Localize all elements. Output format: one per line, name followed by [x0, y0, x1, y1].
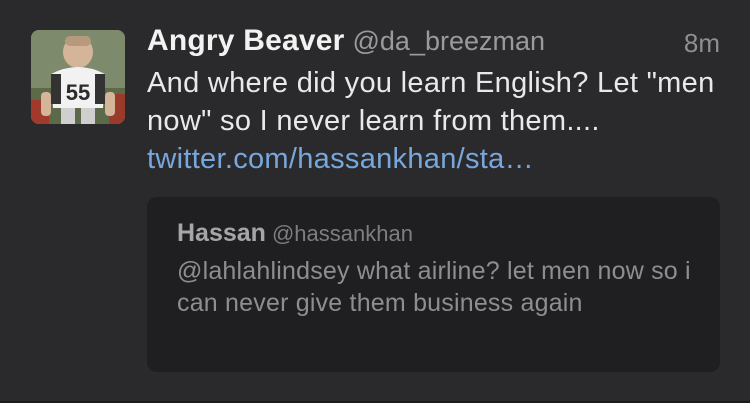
- tweet-link[interactable]: twitter.com/hassankhan/sta…: [147, 143, 534, 175]
- tweet-cell[interactable]: 55 Angry Beaver @da_breezman 8m And where…: [0, 0, 750, 403]
- tweet-timestamp: 8m: [683, 28, 720, 58]
- avatar-jersey-number: 55: [66, 80, 90, 105]
- tweet-text: And where did you learn English? Let "me…: [147, 64, 719, 178]
- author-handle[interactable]: @da_breezman: [353, 26, 546, 56]
- quoted-author-name: Hassan: [177, 219, 266, 247]
- quoted-author-handle: @hassankhan: [271, 221, 413, 246]
- tweet-header: Angry Beaver @da_breezman: [147, 24, 722, 64]
- author-display-name[interactable]: Angry Beaver: [147, 24, 345, 57]
- avatar[interactable]: 55: [31, 30, 125, 124]
- tweet-text-content: And where did you learn English? Let "me…: [147, 67, 715, 137]
- quoted-tweet-header: Hassan @hassankhan: [177, 219, 413, 248]
- quoted-tweet-text: @lahlahlindsey what airline? let men now…: [177, 257, 691, 317]
- quoted-tweet-card[interactable]: Hassan @hassankhan @lahlahlindsey what ai…: [147, 197, 720, 372]
- avatar-image: 55: [31, 30, 125, 124]
